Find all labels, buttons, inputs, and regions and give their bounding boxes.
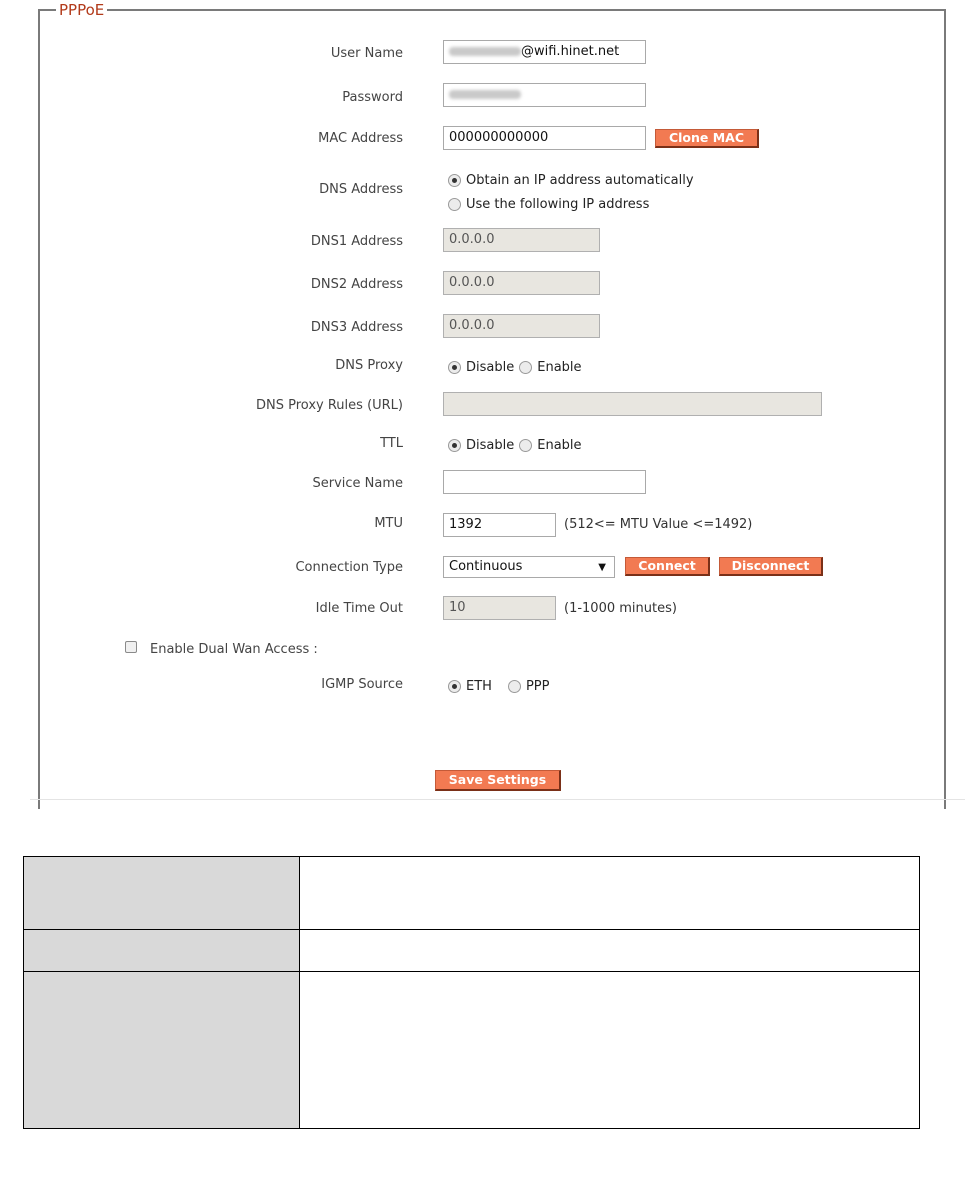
table-value-cell — [299, 856, 920, 930]
password-label: Password — [342, 90, 403, 105]
mtu-input[interactable]: 1392 — [443, 513, 556, 537]
user-name-input[interactable]: @wifi.hinet.net — [443, 40, 646, 64]
disconnect-button[interactable]: Disconnect — [719, 557, 823, 576]
table-value-cell — [299, 929, 920, 972]
ttl-enable-radio[interactable] — [519, 439, 533, 452]
service-name-input[interactable] — [443, 470, 646, 494]
table-value-cell — [299, 971, 920, 1129]
dns-proxy-rules-label: DNS Proxy Rules (URL) — [256, 398, 403, 413]
dns-address-label: DNS Address — [319, 182, 403, 197]
igmp-eth-radio[interactable] — [448, 680, 461, 693]
connection-type-label: Connection Type — [295, 560, 403, 575]
ttl-label: TTL — [380, 436, 403, 451]
dns-proxy-label: DNS Proxy — [335, 358, 403, 373]
igmp-ppp-radio[interactable] — [507, 680, 521, 693]
ttl-options: Disable Enable — [448, 438, 582, 453]
table-row — [23, 856, 920, 930]
user-name-label: User Name — [330, 46, 403, 61]
divider — [30, 799, 965, 800]
mtu-label: MTU — [374, 516, 403, 531]
connection-type-select[interactable]: Continuous ▼ — [443, 556, 615, 578]
idle-time-out-hint: (1-1000 minutes) — [564, 601, 677, 616]
idle-time-out-input[interactable]: 10 — [443, 596, 556, 620]
connect-button[interactable]: Connect — [625, 557, 710, 576]
redacted-password — [449, 90, 521, 99]
dns1-label: DNS1 Address — [310, 234, 403, 249]
dns3-input[interactable]: 0.0.0.0 — [443, 314, 600, 338]
table-row — [23, 971, 920, 1129]
dns-auto-option[interactable]: Obtain an IP address automatically — [448, 173, 694, 188]
password-input[interactable] — [443, 83, 646, 107]
save-settings-button[interactable]: Save Settings — [435, 770, 561, 791]
dns-proxy-options: Disable Enable — [448, 360, 582, 375]
table-row — [23, 929, 920, 972]
igmp-ppp-label: PPP — [525, 679, 550, 694]
table-key-cell — [23, 929, 300, 972]
pppoe-legend: PPPoE — [56, 1, 108, 19]
igmp-options: ETH PPP — [448, 679, 549, 694]
table-key-cell — [23, 856, 300, 930]
dns-manual-radio[interactable] — [448, 198, 461, 211]
description-table — [23, 856, 920, 1129]
mac-address-input[interactable]: 000000000000 — [443, 126, 646, 150]
igmp-source-label: IGMP Source — [321, 677, 403, 692]
dns3-label: DNS3 Address — [310, 320, 403, 335]
dns-manual-option[interactable]: Use the following IP address — [448, 197, 649, 212]
connection-type-value: Continuous — [449, 559, 523, 574]
table-key-cell — [23, 971, 300, 1129]
dns-proxy-rules-input[interactable] — [443, 392, 822, 416]
dropdown-arrow-icon: ▼ — [598, 562, 606, 573]
dns-proxy-disable-radio[interactable] — [448, 361, 461, 374]
dual-wan-label: Enable Dual Wan Access : — [150, 642, 318, 657]
service-name-label: Service Name — [312, 476, 403, 491]
redacted-username — [449, 47, 521, 56]
dual-wan-checkbox[interactable] — [125, 641, 137, 653]
mtu-hint: (512<= MTU Value <=1492) — [564, 517, 753, 532]
user-name-suffix: @wifi.hinet.net — [521, 44, 620, 59]
dns1-input[interactable]: 0.0.0.0 — [443, 228, 600, 252]
dns2-label: DNS2 Address — [310, 277, 403, 292]
ttl-disable-radio[interactable] — [448, 439, 461, 452]
dns2-input[interactable]: 0.0.0.0 — [443, 271, 600, 295]
idle-time-out-label: Idle Time Out — [315, 601, 403, 616]
dns-proxy-disable-label: Disable — [466, 360, 515, 375]
ttl-disable-label: Disable — [466, 438, 515, 453]
dns-auto-label: Obtain an IP address automatically — [466, 173, 694, 188]
clone-mac-button[interactable]: Clone MAC — [655, 129, 759, 148]
dns-proxy-enable-label: Enable — [537, 360, 582, 375]
mac-address-label: MAC Address — [318, 131, 403, 146]
igmp-eth-label: ETH — [466, 679, 492, 694]
dns-manual-label: Use the following IP address — [466, 197, 650, 212]
dns-auto-radio[interactable] — [448, 174, 461, 187]
ttl-enable-label: Enable — [537, 438, 582, 453]
dns-proxy-enable-radio[interactable] — [519, 361, 533, 374]
